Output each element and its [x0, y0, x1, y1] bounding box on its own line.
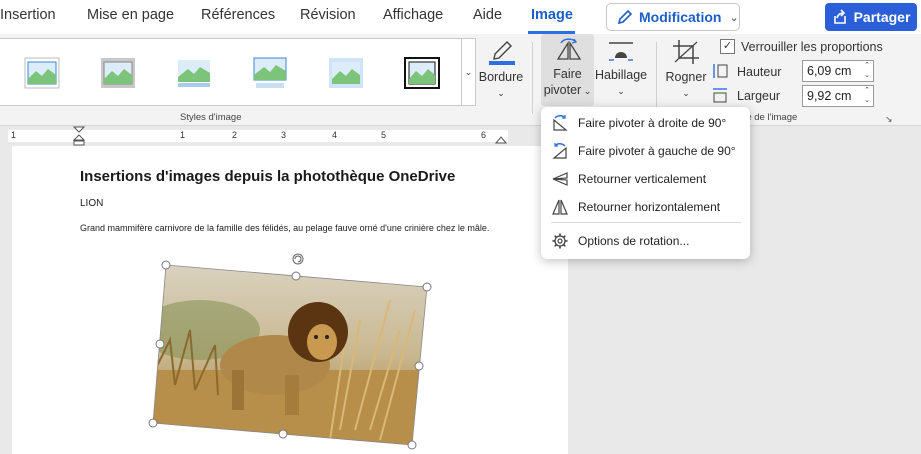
menu-item-rotate-right[interactable]: Faire pivoter à droite de 90° — [541, 110, 750, 136]
menu-item-rotate-left[interactable]: Faire pivoter à gauche de 90° — [541, 138, 750, 164]
flip-horizontal-label: Retourner horizontalement — [578, 200, 721, 214]
rotate-right-icon — [553, 115, 568, 131]
menu-separator — [551, 222, 741, 223]
rotation-options-label: Options de rotation... — [578, 234, 690, 248]
gear-icon — [552, 233, 568, 249]
flip-vertical-label: Retourner verticalement — [578, 172, 707, 186]
menu-item-rotation-options[interactable]: Options de rotation... — [541, 228, 750, 254]
menu-item-flip-horizontal[interactable]: Retourner horizontalement — [541, 194, 750, 220]
rotate-right-label: Faire pivoter à droite de 90° — [578, 116, 727, 130]
rotate-left-label: Faire pivoter à gauche de 90° — [578, 144, 736, 158]
rotation-handle-icon[interactable] — [292, 253, 304, 265]
lion-image[interactable] — [0, 0, 921, 454]
rotate-left-icon — [552, 143, 567, 159]
menu-item-flip-vertical[interactable]: Retourner verticalement — [541, 166, 750, 192]
flip-horizontal-icon — [552, 199, 568, 215]
rotate-dropdown-menu: Faire pivoter à droite de 90° Faire pivo… — [541, 107, 750, 259]
flip-vertical-icon — [552, 172, 568, 186]
